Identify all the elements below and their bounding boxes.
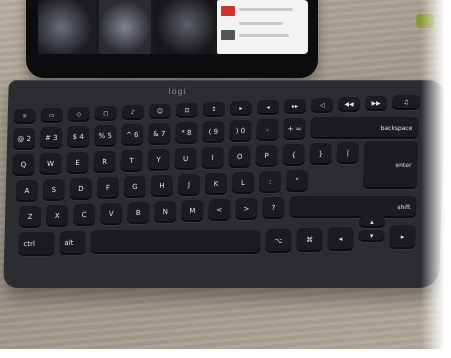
key-quote[interactable]: " [285,170,309,192]
key-bracket[interactable]: { [282,144,306,166]
shift-key[interactable]: shift [289,196,417,218]
key-f[interactable]: F [96,177,120,199]
key-backslash[interactable]: | [336,142,360,164]
news-thumbnail [221,30,235,40]
key-y[interactable]: Y [147,149,170,171]
key-comma[interactable]: < [208,199,231,221]
key-4[interactable]: $ 4 [66,126,90,148]
key-s[interactable]: S [42,179,66,201]
key-3[interactable]: # 3 [39,127,63,149]
key-0[interactable]: ) 0 [229,120,252,142]
key-o[interactable]: O [228,146,251,168]
news-line [239,22,283,25]
ctrl-key[interactable]: ctrl [18,232,55,256]
key-i[interactable]: I [201,147,224,169]
image-tile [154,0,214,54]
keyboard: logi ☼ ▭ ◇ ◻ ♪ ☺ ⊡ ↕ ▸ ◂ ▸▸ ◁ ◀◀ ▶▶ ♫ @ … [3,80,445,288]
function-key[interactable]: ▭ [40,108,63,123]
key-2[interactable]: @ 2 [12,128,36,150]
arrow-right-key[interactable]: ▸ [389,225,416,249]
keyboard-logo: logi [168,87,187,96]
key-a[interactable]: A [15,180,39,202]
key-r[interactable]: R [93,151,116,173]
function-key[interactable]: ◻ [94,106,118,121]
key-x[interactable]: X [45,205,69,227]
key-b[interactable]: B [126,202,150,224]
key-w[interactable]: W [39,153,62,175]
key-v[interactable]: V [99,203,123,225]
key-j[interactable]: J [177,174,201,196]
function-key[interactable]: ♪ [121,105,145,120]
news-thumbnail [221,6,235,16]
border-strip [0,349,451,358]
function-key[interactable]: ▸▸ [283,99,307,114]
key-period[interactable]: > [235,198,258,220]
function-key[interactable]: ◁ [310,98,334,113]
key-bracket[interactable]: } [309,143,333,165]
key-c[interactable]: C [72,204,96,226]
key-p[interactable]: P [255,145,279,167]
key-k[interactable]: K [204,173,228,195]
desk-scene: logi ☼ ▭ ◇ ◻ ♪ ☺ ⊡ ↕ ▸ ◂ ▸▸ ◁ ◀◀ ▶▶ ♫ @ … [0,0,451,358]
key-h[interactable]: H [150,175,174,197]
key-l[interactable]: L [231,172,255,194]
key-g[interactable]: G [123,176,147,198]
key-e[interactable]: E [66,152,89,174]
key-q[interactable]: Q [12,154,35,176]
arrow-left-key[interactable]: ◂ [327,227,354,251]
function-key[interactable]: ☺ [148,104,172,119]
key-n[interactable]: N [153,201,177,223]
alt-key[interactable]: alt [59,231,86,255]
enter-key[interactable]: enter [362,141,419,189]
key-6[interactable]: ^ 6 [120,124,144,146]
news-panel [217,0,308,54]
key-t[interactable]: T [120,150,143,172]
tablet [26,0,318,78]
spacebar[interactable] [90,230,261,254]
function-key[interactable]: ↕ [202,102,226,117]
key-8[interactable]: * 8 [175,122,198,144]
key-u[interactable]: U [174,148,197,170]
key-z[interactable]: Z [18,206,42,228]
key-9[interactable]: ( 9 [202,121,225,143]
image-tile [99,0,151,54]
key-slash[interactable]: ? [262,197,285,219]
arrow-up-key[interactable]: ▴ [358,216,386,228]
cmd-key[interactable]: ⌘ [296,228,323,252]
key-7[interactable]: & 7 [148,123,171,145]
function-key[interactable]: ♫ [391,95,421,110]
function-key[interactable]: ◂ [256,100,280,115]
key-5[interactable]: % 5 [93,125,117,147]
option-key[interactable]: ⌥ [265,229,292,253]
tablet-screen [38,0,308,54]
key-equals[interactable]: + = [283,118,306,140]
key-semicolon[interactable]: : [258,171,282,193]
image-tile [38,0,96,54]
function-key[interactable]: ◇ [67,107,91,122]
key-d[interactable]: D [69,178,93,200]
backspace-key[interactable]: backspace [310,117,419,139]
function-key[interactable]: ◀◀ [337,97,361,112]
news-line [239,8,293,11]
function-key[interactable]: ▸ [229,101,253,116]
arrow-down-key[interactable]: ▾ [358,230,385,242]
function-key[interactable]: ⊡ [175,103,199,118]
function-key[interactable]: ☼ [13,109,36,124]
key-m[interactable]: M [181,200,204,222]
news-line [239,34,289,37]
key-minus[interactable]: - [256,119,279,141]
function-key[interactable]: ▶▶ [364,96,388,111]
edge-fade [421,0,451,358]
